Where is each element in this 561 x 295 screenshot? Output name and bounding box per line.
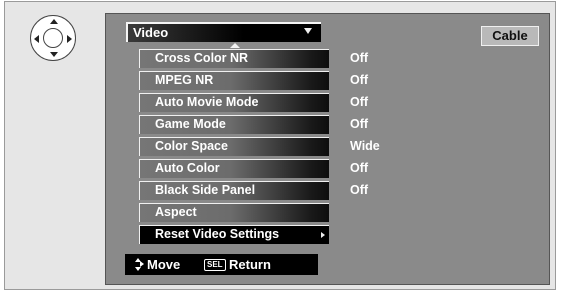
menu-item-auto-movie-mode[interactable]: Auto Movie Mode	[139, 93, 329, 112]
submenu-arrow-icon	[321, 232, 325, 238]
footer-hint-bar: Move SEL Return	[125, 254, 318, 275]
menu-category-dropdown[interactable]: Video	[126, 22, 321, 42]
menu-item-game-mode[interactable]: Game Mode	[139, 115, 329, 134]
menu-value-auto-color: Off	[350, 161, 369, 175]
dpad-up-icon	[50, 19, 58, 24]
sel-key-icon: SEL	[204, 259, 226, 271]
move-arrows-icon	[134, 258, 144, 271]
menu-item-label: Auto Color	[155, 161, 220, 175]
menu-item-label: MPEG NR	[155, 73, 214, 87]
video-menu-screen: Cable Video Cross Color NR Off MPEG NR O…	[105, 13, 550, 285]
menu-value-cross-color-nr: Off	[350, 51, 369, 65]
move-hint-label: Move	[147, 257, 181, 272]
dropdown-arrow-icon	[304, 28, 312, 34]
menu-value-auto-movie-mode: Off	[350, 95, 369, 109]
menu-item-label: Reset Video Settings	[155, 227, 280, 241]
dpad-center-icon	[43, 28, 63, 48]
menu-value-mpeg-nr: Off	[350, 73, 369, 87]
input-source-badge: Cable	[481, 26, 539, 46]
dpad-right-icon	[67, 35, 72, 43]
menu-item-label: Game Mode	[155, 117, 226, 131]
menu-value-color-space: Wide	[350, 139, 380, 153]
menu-item-label: Black Side Panel	[155, 183, 256, 197]
menu-item-label: Color Space	[155, 139, 228, 153]
menu-title: Video	[133, 25, 169, 40]
menu-item-cross-color-nr[interactable]: Cross Color NR	[139, 49, 329, 68]
menu-value-game-mode: Off	[350, 117, 369, 131]
scroll-up-arrow-icon[interactable]	[230, 43, 240, 48]
menu-item-label: Aspect	[155, 205, 197, 219]
menu-item-color-space[interactable]: Color Space	[139, 137, 329, 156]
dpad-left-icon	[34, 35, 39, 43]
dpad-down-icon	[50, 52, 58, 57]
tv-screen-frame: Cable Video Cross Color NR Off MPEG NR O…	[4, 1, 556, 290]
menu-item-aspect[interactable]: Aspect	[139, 203, 329, 222]
return-hint-label: Return	[229, 257, 271, 272]
menu-item-mpeg-nr[interactable]: MPEG NR	[139, 71, 329, 90]
menu-item-label: Cross Color NR	[155, 51, 249, 65]
menu-value-black-side-panel: Off	[350, 183, 369, 197]
dpad-icon	[30, 15, 76, 61]
menu-item-label: Auto Movie Mode	[155, 95, 259, 109]
menu-item-black-side-panel[interactable]: Black Side Panel	[139, 181, 329, 200]
menu-item-auto-color[interactable]: Auto Color	[139, 159, 329, 178]
menu-item-reset-video-settings[interactable]: Reset Video Settings	[139, 225, 329, 244]
